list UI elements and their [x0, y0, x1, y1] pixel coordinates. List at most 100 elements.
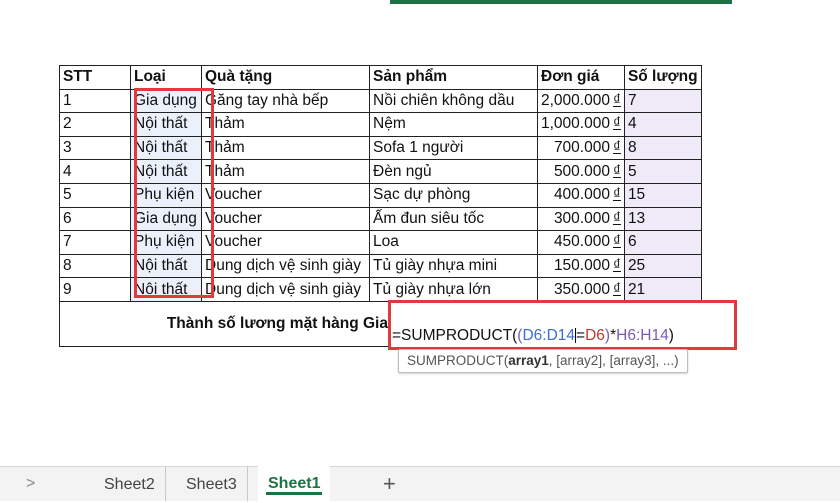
currency-symbol: ₫	[612, 233, 621, 251]
cell-loai[interactable]: Gia dụng	[130, 88, 202, 114]
active-tab-underline	[266, 492, 323, 495]
formula-ref-d6-d14: D6:D14	[522, 327, 576, 344]
cell-product[interactable]: Sofa 1 người	[369, 135, 538, 161]
formula-ref-d6: D6	[585, 327, 605, 344]
currency-symbol: ₫	[612, 162, 621, 180]
cell-stt[interactable]: 6	[59, 206, 131, 232]
table-row: 6 Gia dụng Voucher Ấm đun siêu tốc 300.000 ₫ 1…	[59, 206, 702, 232]
cell-gift[interactable]: Voucher	[201, 206, 370, 232]
cell-gift[interactable]: Thảm	[201, 112, 370, 137]
table-row: 8 Nội thất Dung dịch vệ sinh giày Tủ giày n…	[59, 253, 702, 279]
cell-qty[interactable]: 4	[623, 112, 702, 137]
price-value: 1,000.000	[541, 115, 610, 133]
cell-product[interactable]: Nồi chiên không dầu	[369, 88, 538, 114]
cell-qty[interactable]: 21	[623, 277, 702, 302]
formula-prefix: =SUMPRODUCT(	[392, 327, 518, 344]
formula-ref-h6-h14: H6:H14	[616, 327, 669, 344]
currency-symbol: ₫	[612, 209, 621, 227]
cell-product[interactable]: Đèn ngủ	[369, 159, 538, 184]
price-value: 300.000	[553, 209, 610, 227]
cell-price[interactable]: 300.000 ₫	[537, 206, 625, 232]
cell-stt[interactable]: 4	[59, 159, 131, 184]
chevron-right-icon[interactable]: >	[26, 475, 35, 493]
cell-loai[interactable]: Phụ kiện	[130, 230, 202, 255]
cell-price[interactable]: 700.000 ₫	[537, 135, 625, 161]
header-gift[interactable]: Quà tặng	[201, 65, 370, 90]
cell-price[interactable]: 2,000.000 ₫	[537, 88, 625, 114]
header-product[interactable]: Sản phẩm	[369, 65, 538, 90]
cell-stt[interactable]: 9	[59, 277, 131, 302]
cell-gift[interactable]: Thảm	[201, 135, 370, 161]
cell-price[interactable]: 400.000 ₫	[537, 182, 625, 208]
cell-qty[interactable]: 8	[623, 135, 702, 161]
price-value: 700.000	[553, 139, 610, 157]
price-value: 500.000	[553, 162, 610, 180]
cell-loai[interactable]: Nội thất	[130, 159, 202, 184]
formula-text[interactable]: =SUMPRODUCT((D6:D14=D6)*H6:H14)	[392, 327, 674, 345]
cell-gift[interactable]: Thảm	[201, 159, 370, 184]
cell-stt[interactable]: 5	[59, 182, 131, 208]
table-row: 2 Nội thất Thảm Nệm 1,000.000 ₫ 4	[59, 112, 702, 137]
cell-product[interactable]: Ấm đun siêu tốc	[369, 206, 538, 232]
cell-stt[interactable]: 1	[59, 88, 131, 114]
cell-qty[interactable]: 13	[623, 206, 702, 232]
cell-price[interactable]: 500.000 ₫	[537, 159, 625, 184]
cell-stt[interactable]: 3	[59, 135, 131, 161]
cell-price[interactable]: 350.000 ₫	[537, 277, 625, 302]
table-row: 5 Phụ kiện Voucher Sạc dự phòng 400.000 ₫ 15	[59, 182, 702, 208]
tab-sheet1-label: Sheet1	[268, 475, 321, 492]
cell-loai[interactable]: Phụ kiện	[130, 182, 202, 208]
price-value: 2,000.000	[541, 91, 610, 109]
cell-stt[interactable]: 7	[59, 230, 131, 255]
formula-end: )	[668, 327, 674, 344]
cell-product[interactable]: Sạc dự phòng	[369, 182, 538, 208]
cell-loai[interactable]: Nội thất	[130, 253, 202, 279]
table-row: 1 Gia dụng Găng tay nhà bếp Nồi chiên không…	[59, 88, 702, 114]
header-qty[interactable]: Số lượng	[623, 65, 702, 90]
currency-symbol: ₫	[612, 91, 621, 109]
cell-loai[interactable]: Nội thất	[130, 135, 202, 161]
tab-sheet2[interactable]: Sheet2	[94, 467, 166, 501]
table-row: 9 Nội thất Dung dịch vệ sinh giày Tủ giày n…	[59, 277, 702, 302]
cell-price[interactable]: 1,000.000 ₫	[537, 112, 625, 137]
cell-qty[interactable]: 7	[623, 88, 702, 114]
active-cell-top-border	[390, 0, 732, 4]
cell-price[interactable]: 450.000 ₫	[537, 230, 625, 255]
currency-symbol: ₫	[612, 280, 621, 298]
cell-gift[interactable]: Voucher	[201, 182, 370, 208]
header-loai[interactable]: Loại	[130, 65, 202, 90]
header-price[interactable]: Đơn giá	[537, 65, 625, 90]
tab-sheet3[interactable]: Sheet3	[176, 467, 248, 501]
table-row: 3 Nội thất Thảm Sofa 1 người 700.000 ₫ 8	[59, 135, 702, 161]
currency-symbol: ₫	[612, 115, 621, 133]
cell-loai[interactable]: Nội thất	[130, 112, 202, 137]
tooltip-arg1: array1	[508, 353, 549, 368]
cell-product[interactable]: Tủ giày nhựa mini	[369, 253, 538, 279]
cell-gift[interactable]: Găng tay nhà bếp	[201, 88, 370, 114]
cell-product[interactable]: Loa	[369, 230, 538, 255]
cell-qty[interactable]: 25	[623, 253, 702, 279]
header-row: STT Loại Quà tặng Sản phẩm Đơn giá Số lư…	[59, 65, 702, 90]
price-value: 450.000	[553, 233, 610, 251]
price-value: 150.000	[553, 257, 610, 275]
cell-stt[interactable]: 8	[59, 253, 131, 279]
price-value: 400.000	[553, 186, 610, 204]
cell-product[interactable]: Nệm	[369, 112, 538, 137]
cell-loai[interactable]: Nội thất	[130, 277, 202, 302]
cell-qty[interactable]: 5	[623, 159, 702, 184]
currency-symbol: ₫	[612, 139, 621, 157]
cell-loai[interactable]: Gia dụng	[130, 206, 202, 232]
function-tooltip[interactable]: SUMPRODUCT(array1, [array2], [array3], .…	[398, 349, 688, 373]
cell-gift[interactable]: Dung dịch vệ sinh giày	[201, 253, 370, 279]
tab-sheet1[interactable]: Sheet1	[258, 466, 331, 501]
add-sheet-icon[interactable]: +	[383, 471, 396, 497]
table-row: 7 Phụ kiện Voucher Loa 450.000 ₫ 6	[59, 230, 702, 255]
cell-stt[interactable]: 2	[59, 112, 131, 137]
cell-gift[interactable]: Voucher	[201, 230, 370, 255]
cell-product[interactable]: Tủ giày nhựa lớn	[369, 277, 538, 302]
cell-gift[interactable]: Dung dịch vệ sinh giày	[201, 277, 370, 302]
cell-qty[interactable]: 15	[623, 182, 702, 208]
cell-qty[interactable]: 6	[623, 230, 702, 255]
header-stt[interactable]: STT	[59, 65, 131, 90]
cell-price[interactable]: 150.000 ₫	[537, 253, 625, 279]
